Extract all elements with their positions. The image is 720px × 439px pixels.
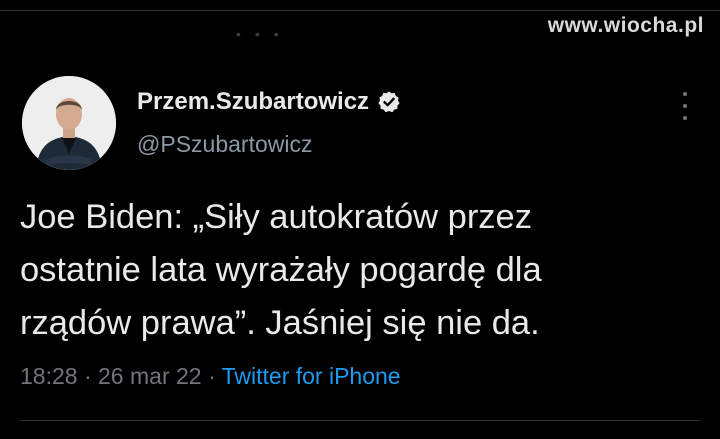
tweet-meta: 18:28 · 26 mar 22 · Twitter for iPhone	[20, 363, 401, 390]
tweet-time[interactable]: 18:28	[20, 363, 78, 389]
watermark: www.wiocha.pl	[547, 14, 704, 37]
tweet-text: Joe Biden: „Siły autokratów przez ostatn…	[20, 191, 710, 350]
tweet-source[interactable]: Twitter for iPhone	[222, 363, 401, 389]
tweet-line: Joe Biden: „Siły autokratów przez	[20, 198, 532, 236]
bottom-divider	[20, 420, 700, 421]
tweet-line: rządów prawa”. Jaśniej się nie da.	[20, 304, 540, 342]
tweet-date[interactable]: 26 mar 22	[98, 363, 202, 389]
author-name-row[interactable]: Przem.Szubartowicz	[137, 88, 401, 116]
author-handle[interactable]: @PSzubartowicz	[137, 131, 312, 158]
tweet-line: ostatnie lata wyrażały pogardę dla	[20, 251, 542, 289]
author-name[interactable]: Przem.Szubartowicz	[137, 88, 369, 116]
verified-badge-icon	[378, 91, 400, 113]
meta-separator: ·	[207, 363, 216, 389]
meta-separator: ·	[83, 363, 92, 389]
top-divider	[0, 10, 720, 11]
more-vertical-icon[interactable]	[676, 92, 694, 120]
avatar[interactable]	[22, 76, 116, 170]
faded-dots: •••	[236, 26, 293, 42]
